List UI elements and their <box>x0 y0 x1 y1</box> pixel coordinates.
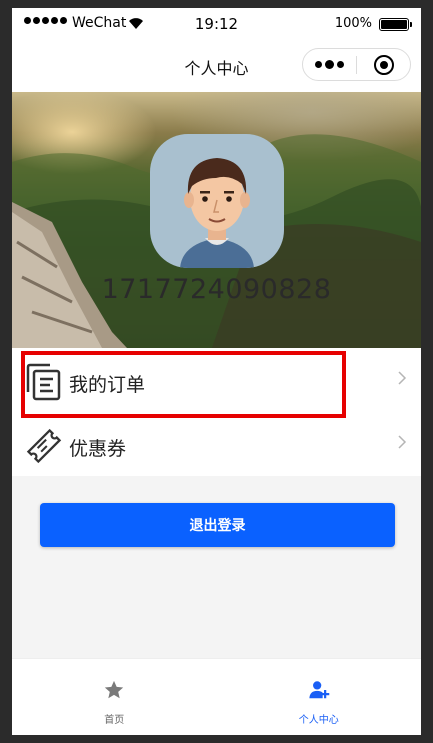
orders-icon <box>26 363 61 401</box>
tab-label: 个人中心 <box>298 715 339 726</box>
menu-list: 我的订单 优惠券 <box>12 348 421 476</box>
battery-percent: 100% <box>334 16 372 31</box>
profile-banner: 17177240908​28 <box>12 92 421 348</box>
tab-bar: 首页 个人中心 <box>12 658 421 735</box>
close-miniprogram-icon[interactable] <box>357 54 410 75</box>
more-icon[interactable] <box>303 60 356 69</box>
user-add-icon <box>309 681 330 699</box>
menu-item-my-orders[interactable]: 我的订单 <box>12 348 421 412</box>
logout-button[interactable]: 退出登录 <box>40 503 395 547</box>
menu-item-coupons[interactable]: 优惠券 <box>12 412 421 476</box>
user-phone-number: 17177240908​28 <box>101 274 332 305</box>
miniprogram-capsule <box>302 48 411 81</box>
star-icon <box>105 680 124 699</box>
nav-bar: 个人中心 <box>12 40 421 92</box>
avatar[interactable] <box>150 134 284 268</box>
battery-icon <box>379 18 412 31</box>
menu-item-label: 我的订单 <box>69 374 146 396</box>
tab-label: 首页 <box>104 715 125 726</box>
phone-screen: WeChat 19:12 100% 个人中心 <box>12 8 421 735</box>
status-bar: WeChat 19:12 100% <box>12 8 421 40</box>
chevron-right-icon <box>398 435 407 449</box>
tab-home[interactable]: 首页 <box>12 659 217 735</box>
tab-profile[interactable]: 个人中心 <box>217 659 422 735</box>
coupon-icon <box>26 428 62 464</box>
menu-item-label: 优惠券 <box>69 438 127 460</box>
chevron-right-icon <box>398 371 407 385</box>
